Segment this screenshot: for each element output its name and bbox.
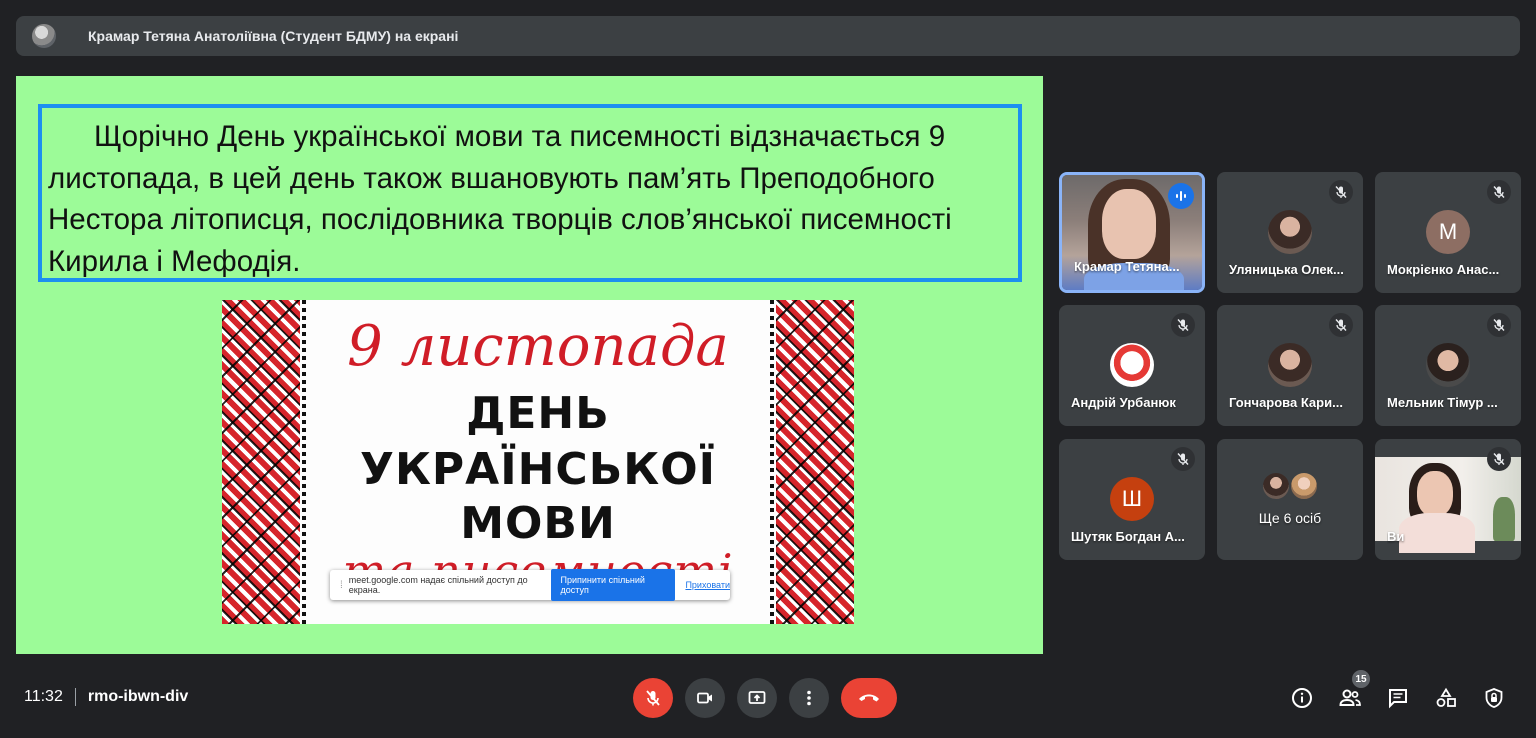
participant-tile[interactable]: М Мокрієнко Анас... [1375,172,1521,293]
participant-tile[interactable]: Уляницька Олек... [1217,172,1363,293]
chat-icon [1389,689,1407,709]
mic-off-icon [1329,180,1353,204]
host-controls-button[interactable] [1480,684,1508,712]
poster-line-3: МОВИ [460,498,616,549]
more-participants-tile[interactable]: Ще 6 осіб [1217,439,1363,560]
participant-name: Мельник Тімур ... [1387,395,1498,410]
participant-name: Крамар Тетяна... [1074,259,1180,274]
participant-name: Шутяк Богдан А... [1071,529,1185,544]
participant-avatar [1110,343,1154,387]
participant-name: Уляницька Олек... [1229,262,1344,277]
participant-name: Гончарова Кари... [1229,395,1343,410]
stop-sharing-button[interactable]: Припинити спільний доступ [550,569,676,601]
present-icon [748,691,766,704]
people-icon [1339,689,1361,706]
participant-name: Ви [1387,529,1405,544]
shared-screen: Щорічно День української мови та писемно… [16,76,1043,654]
participant-tile[interactable]: Мельник Тімур ... [1375,305,1521,426]
activities-button[interactable] [1432,684,1460,712]
leave-call-button[interactable] [841,678,897,718]
mic-toggle-button[interactable] [633,678,673,718]
participant-avatar [1268,343,1312,387]
participant-avatar [1268,210,1312,254]
hide-notice-link[interactable]: Приховати [685,580,730,590]
control-bar: 11:32 rmo-ibwn-div 15 [0,660,1536,738]
participant-avatar: М [1426,210,1470,254]
slide-poster: 9 листопада ДЕНЬ УКРАЇНСЬКОЇ МОВИ та пис… [222,300,854,624]
meeting-details-button[interactable] [1288,684,1316,712]
clock-time: 11:32 [24,688,63,705]
meeting-info: 11:32 rmo-ibwn-div [24,688,188,706]
info-icon [1292,688,1312,708]
shield-lock-icon [1485,688,1503,708]
speaking-indicator-icon [1168,183,1194,209]
mic-off-icon [1171,447,1195,471]
screen-share-notice: ⁞ meet.google.com надає спільний доступ … [330,569,730,601]
participant-tile[interactable]: Ш Шутяк Богдан А... [1059,439,1205,560]
participants-button[interactable] [1336,684,1364,712]
activities-icon [1436,687,1456,707]
present-screen-button[interactable] [737,678,777,718]
more-participants-label: Ще 6 осіб [1258,510,1322,526]
divider [74,688,76,706]
participant-avatar [1289,471,1319,501]
participant-tile[interactable]: Гончарова Кари... [1217,305,1363,426]
mic-off-icon [1487,180,1511,204]
mic-off-icon [1487,313,1511,337]
meeting-code: rmo-ibwn-div [87,688,189,705]
participant-avatar: Ш [1110,477,1154,521]
camera-toggle-button[interactable] [685,678,725,718]
participant-avatar [1261,471,1291,501]
share-notice-message: meet.google.com надає спільний доступ до… [348,575,528,595]
hang-up-icon [859,694,879,702]
more-options-button[interactable] [789,678,829,718]
chat-button[interactable] [1384,684,1412,712]
participant-tile[interactable]: Крамар Тетяна... [1059,172,1205,293]
mic-off-icon [646,690,660,706]
poster-line-1: ДЕНЬ [466,388,610,439]
camera-icon [697,692,712,704]
more-vert-icon [807,690,811,706]
presenter-bar: Крамар Тетяна Анатоліївна (Студент БДМУ)… [16,16,1520,56]
slide-text-box: Щорічно День української мови та писемно… [38,104,1022,282]
presenter-title: Крамар Тетяна Анатоліївна (Студент БДМУ)… [88,28,459,44]
participant-tile[interactable]: Андрій Урбанюк [1059,305,1205,426]
participant-avatar [1426,343,1470,387]
presenter-avatar [32,24,56,48]
participant-name: Андрій Урбанюк [1071,395,1176,410]
participant-count-badge: 15 [1352,670,1370,688]
poster-line-2: УКРАЇНСЬКОЇ [360,444,716,495]
mic-off-icon [1487,447,1511,471]
poster-date: 9 листопада [347,314,729,379]
meet-window: Крамар Тетяна Анатоліївна (Студент БДМУ)… [0,0,1536,738]
slide-paragraph: Щорічно День української мови та писемно… [48,120,952,278]
mic-off-icon [1329,313,1353,337]
drag-handle-icon[interactable]: ⁞ [340,580,343,591]
mic-off-icon [1171,313,1195,337]
participant-name: Мокрієнко Анас... [1387,262,1500,277]
self-view-tile[interactable]: Ви [1375,439,1521,560]
